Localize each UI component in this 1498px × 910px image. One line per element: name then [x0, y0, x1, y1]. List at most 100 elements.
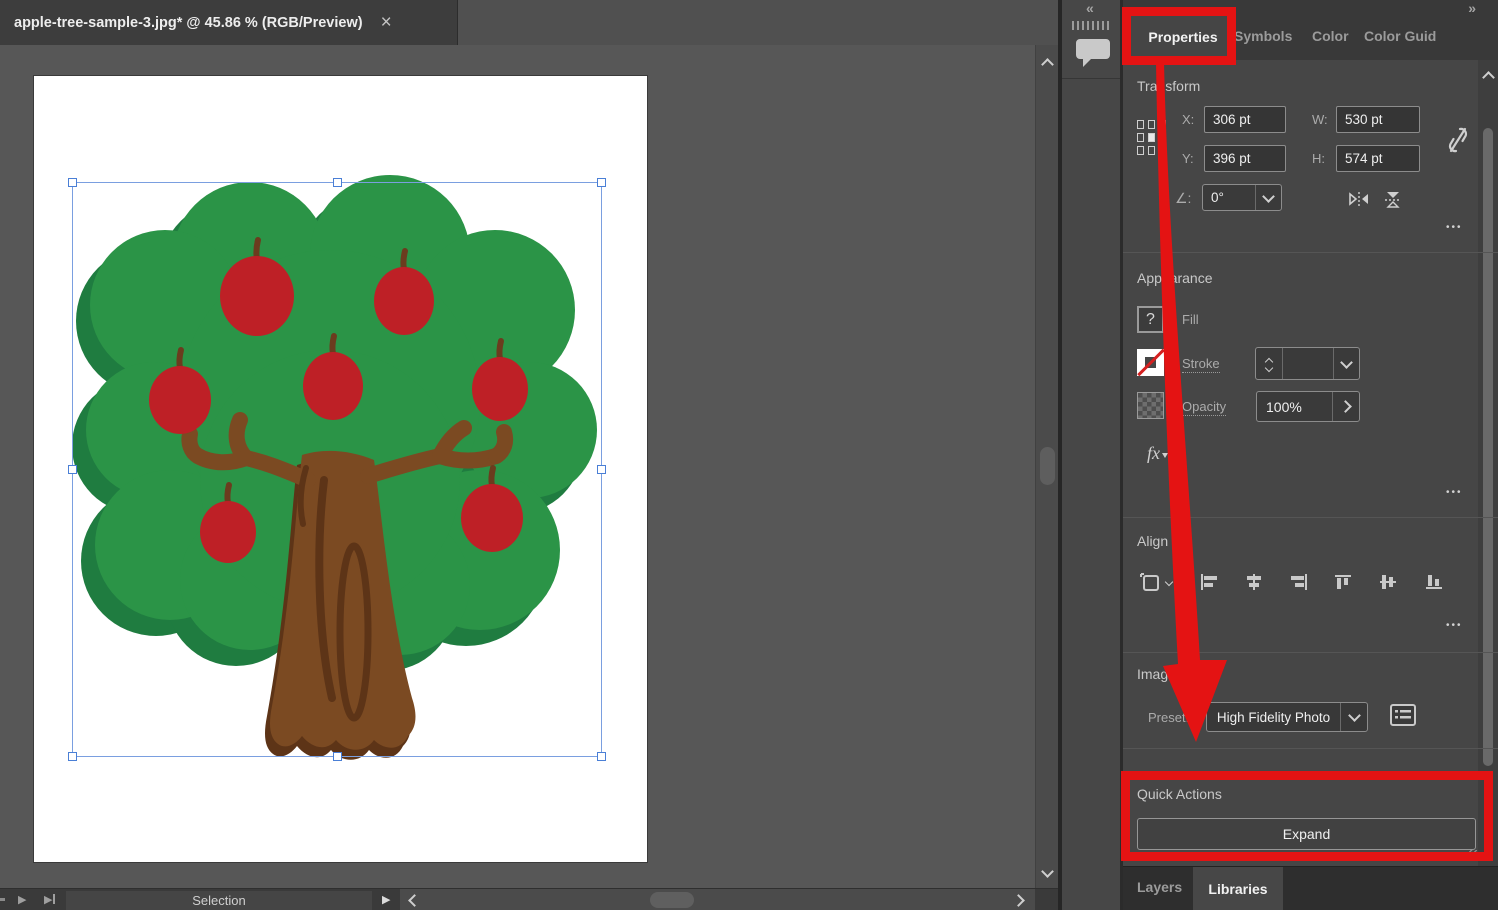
- stroke-weight-combobox[interactable]: [1255, 347, 1360, 380]
- expand-panels-icon[interactable]: »: [1468, 0, 1476, 16]
- stroke-label[interactable]: Stroke: [1182, 356, 1220, 373]
- opacity-combobox[interactable]: 100%: [1256, 391, 1360, 422]
- x-label: X:: [1182, 112, 1194, 127]
- align-top-button[interactable]: [1335, 574, 1353, 590]
- status-bar: ▶ ▶ Selection ▶: [0, 888, 1058, 910]
- transform-more-options-icon[interactable]: •••: [1446, 222, 1463, 233]
- preset-label: Preset:: [1148, 710, 1189, 725]
- stroke-swatch[interactable]: [1137, 349, 1164, 376]
- w-label: W:: [1312, 112, 1328, 127]
- appearance-section-title: Appearance: [1137, 270, 1213, 286]
- y-input[interactable]: 396 pt: [1204, 145, 1286, 172]
- bottom-panel-tabbar: Layers Libraries: [1123, 866, 1498, 910]
- annotation-box-quick-actions: [1121, 771, 1493, 861]
- rotation-combobox[interactable]: 0°: [1202, 184, 1282, 211]
- annotation-box-properties-tab: [1122, 7, 1236, 65]
- selection-handle[interactable]: [68, 752, 77, 761]
- selection-handle[interactable]: [597, 752, 606, 761]
- reference-point-selector[interactable]: [1137, 120, 1166, 155]
- stroke-weight-dropdown-icon[interactable]: [1333, 348, 1359, 379]
- flip-vertical-icon[interactable]: [1384, 189, 1402, 209]
- properties-panel: [1123, 0, 1498, 866]
- selection-handle[interactable]: [333, 178, 342, 187]
- transform-section-title: Transform: [1137, 78, 1200, 94]
- scroll-up-icon[interactable]: [1041, 58, 1054, 71]
- scroll-left-icon[interactable]: [408, 894, 421, 907]
- tab-layers[interactable]: Layers: [1137, 879, 1182, 895]
- h-label: H:: [1312, 151, 1325, 166]
- status-tool-name: Selection: [192, 893, 245, 908]
- unknown-fill-icon: ?: [1146, 311, 1155, 329]
- selection-handle[interactable]: [597, 465, 606, 474]
- tab-symbols[interactable]: Symbols: [1234, 28, 1292, 44]
- selection-handle[interactable]: [68, 178, 77, 187]
- rotation-value: 0°: [1211, 190, 1224, 205]
- last-artboard-icon[interactable]: ▶: [44, 893, 55, 906]
- align-to-dropdown[interactable]: [1139, 572, 1172, 594]
- panel-dock-column: «: [1062, 0, 1123, 910]
- image-trace-panel-icon[interactable]: [1390, 704, 1416, 726]
- selection-handle[interactable]: [333, 752, 342, 761]
- section-divider: [1123, 652, 1498, 653]
- vertical-scroll-thumb[interactable]: [1040, 447, 1055, 485]
- selection-handle[interactable]: [68, 465, 77, 474]
- none-stroke-icon: [1137, 349, 1164, 376]
- section-divider: [1123, 748, 1498, 749]
- effects-fx-icon[interactable]: fx: [1147, 443, 1168, 464]
- align-more-options-icon[interactable]: •••: [1446, 620, 1463, 631]
- align-right-button[interactable]: [1290, 574, 1308, 590]
- section-divider: [1123, 252, 1498, 253]
- scroll-down-icon[interactable]: [1041, 865, 1054, 878]
- x-input[interactable]: 306 pt: [1204, 106, 1286, 133]
- fill-swatch[interactable]: ?: [1137, 306, 1164, 333]
- opacity-swatch[interactable]: [1137, 392, 1164, 419]
- preset-value: High Fidelity Photo: [1217, 710, 1330, 725]
- canvas-vertical-scrollbar[interactable]: [1035, 45, 1058, 888]
- align-horizontal-center-button[interactable]: [1245, 574, 1263, 590]
- canvas-horizontal-scrollbar[interactable]: [400, 889, 1035, 910]
- stroke-weight-value[interactable]: [1283, 348, 1333, 379]
- panel-scroll-up-icon[interactable]: [1482, 71, 1495, 84]
- rotation-dropdown-icon[interactable]: [1255, 185, 1281, 210]
- panel-scroll-thumb[interactable]: [1483, 128, 1493, 766]
- artboard-nav-fragment-icon[interactable]: [0, 898, 5, 901]
- scroll-right-icon[interactable]: [1012, 894, 1025, 907]
- align-to-artboard-icon: [1139, 572, 1163, 594]
- tab-color[interactable]: Color: [1312, 28, 1349, 44]
- dock-divider: [1062, 78, 1120, 79]
- next-artboard-icon[interactable]: ▶: [18, 893, 26, 906]
- align-left-button[interactable]: [1200, 574, 1218, 590]
- tab-color-guide[interactable]: Color Guid: [1364, 28, 1436, 44]
- fill-label: Fill: [1182, 312, 1199, 327]
- preset-dropdown-icon[interactable]: [1340, 703, 1367, 731]
- appearance-more-options-icon[interactable]: •••: [1446, 487, 1463, 498]
- selection-handle[interactable]: [597, 178, 606, 187]
- document-tab[interactable]: apple-tree-sample-3.jpg* @ 45.86 % (RGB/…: [0, 0, 458, 45]
- rotate-angle-icon: ∠:: [1175, 190, 1191, 207]
- h-input[interactable]: 574 pt: [1336, 145, 1420, 172]
- horizontal-scroll-thumb[interactable]: [650, 892, 694, 908]
- align-vertical-center-button[interactable]: [1380, 574, 1398, 590]
- y-label: Y:: [1182, 151, 1194, 166]
- stroke-weight-stepper[interactable]: [1256, 348, 1283, 379]
- opacity-label[interactable]: Opacity: [1182, 399, 1226, 416]
- w-input[interactable]: 530 pt: [1336, 106, 1420, 133]
- close-icon[interactable]: ×: [381, 13, 392, 32]
- status-tool-field[interactable]: Selection: [66, 891, 372, 910]
- selection-bounding-box[interactable]: [72, 182, 602, 757]
- collapse-panels-icon[interactable]: «: [1086, 0, 1094, 16]
- preset-dropdown[interactable]: High Fidelity Photo: [1206, 702, 1368, 732]
- stepper-down-icon[interactable]: [1265, 363, 1273, 371]
- comments-panel-icon[interactable]: [1075, 38, 1111, 68]
- opacity-options-icon[interactable]: [1332, 392, 1359, 421]
- flip-horizontal-icon[interactable]: [1348, 191, 1370, 207]
- align-section-title: Align: [1137, 533, 1168, 549]
- image-trace-section-title: Image Trace: [1137, 666, 1215, 682]
- broken-link-icon[interactable]: [1447, 124, 1469, 156]
- panel-scrollbar[interactable]: [1478, 60, 1498, 866]
- tab-libraries[interactable]: Libraries: [1193, 867, 1283, 910]
- align-bottom-button[interactable]: [1426, 574, 1444, 590]
- align-to-chevron-icon: [1165, 577, 1173, 585]
- status-play-icon[interactable]: ▶: [382, 893, 390, 906]
- panel-grip-icon[interactable]: [1072, 21, 1111, 30]
